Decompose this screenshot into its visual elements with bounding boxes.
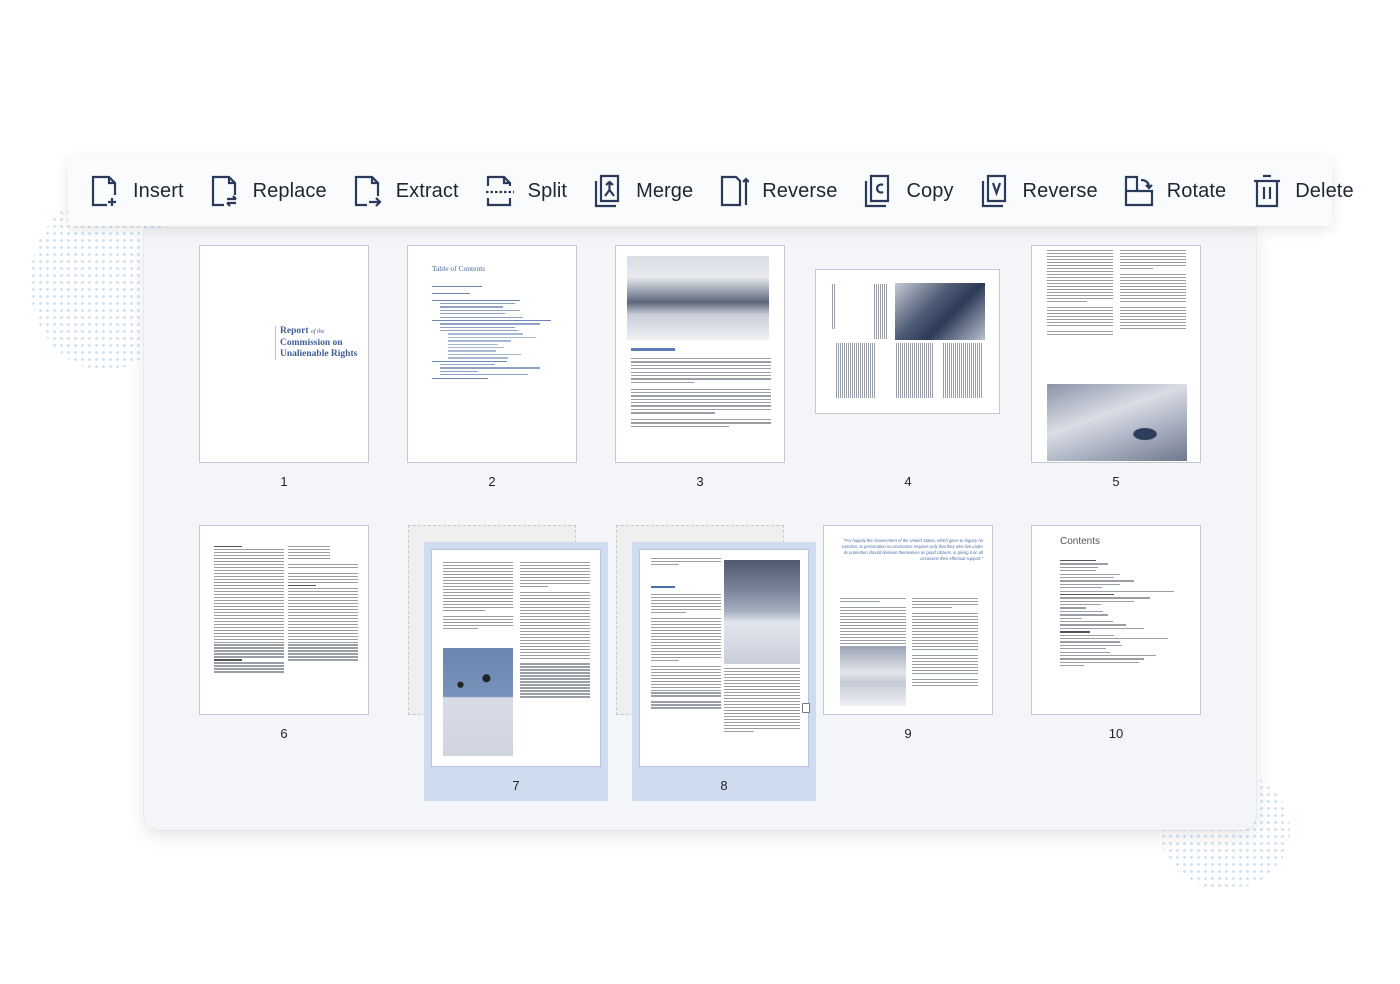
replace-button[interactable]: Replace [210,169,327,213]
split-button[interactable]: Split [485,169,567,213]
reverse-label: Reverse [762,179,838,202]
page-number: 8 [720,778,728,793]
page-number: 5 [1112,474,1120,489]
copy-label: Copy [906,179,954,202]
delete-button[interactable]: Delete [1252,169,1354,213]
paste-reverse-icon [980,174,1010,208]
split-label: Split [527,179,568,202]
page-number: 6 [280,726,288,741]
page-thumbnail-7[interactable] [431,549,601,767]
delete-page-icon [1252,174,1282,208]
insert-page-icon [90,174,120,208]
split-page-icon [485,174,515,208]
replace-label: Replace [252,179,327,202]
page-thumbnail-4[interactable] [815,269,1000,414]
merge-label: Merge [636,179,694,202]
page-thumbnail-1[interactable]: Report of the Commission on Unalienable … [199,245,369,463]
page-number: 3 [696,474,704,489]
page-number: 2 [488,474,496,489]
reverse-copy-button[interactable]: Reverse [980,169,1098,213]
page-number: 10 [1108,726,1124,741]
contents-heading: Contents [1060,536,1101,547]
insert-button[interactable]: Insert [90,169,184,213]
page-thumbnail-6[interactable] [199,525,369,715]
page-thumbnail-8[interactable] [639,549,809,767]
cover-title: Report of the Commission on Unalienable … [275,326,368,360]
section-heading [631,348,675,351]
mountain-photo [627,256,769,340]
rotate-page-icon [1124,174,1154,208]
page-thumbnail-5[interactable] [1031,245,1201,463]
pull-quote: "For happily the Government of the Unite… [841,538,983,561]
page-number: 1 [280,474,288,489]
merge-button[interactable]: Merge [593,169,693,213]
page-toolbar: Insert Replace Extract Split Merge Rever… [68,156,1354,226]
toc-lines [432,286,557,381]
page-number: 4 [904,474,912,489]
drag-cursor [802,703,810,713]
replace-page-icon [210,174,240,208]
snowboarder-photo [1047,384,1187,461]
copy-page-icon [863,174,893,208]
merge-pages-icon [593,174,623,208]
rotate-label: Rotate [1166,179,1227,202]
rotate-button[interactable]: Rotate [1124,169,1227,213]
copy-button[interactable]: Copy [863,169,953,213]
rotated-photo [895,283,985,340]
toc-heading: Table of Contents [432,264,486,273]
snowfield-photo [724,560,800,664]
skier-photo [443,648,513,756]
page-thumbnail-3[interactable] [615,245,785,463]
page-thumbnail-9[interactable]: "For happily the Government of the Unite… [823,525,993,715]
extract-label: Extract [395,179,459,202]
hiker-photo [840,646,906,706]
reverse-copy-label: Reverse [1022,179,1098,202]
extract-page-icon [353,174,383,208]
insert-label: Insert [133,179,184,202]
page-thumbnail-2[interactable]: Table of Contents [407,245,577,463]
reverse-button[interactable]: Reverse [719,169,837,213]
page-number: 9 [904,726,912,741]
page-number: 7 [512,778,520,793]
section-heading [651,586,675,588]
reverse-page-icon [719,174,750,208]
delete-label: Delete [1295,179,1354,202]
extract-button[interactable]: Extract [353,169,459,213]
page-thumbnail-10[interactable]: Contents [1031,525,1201,715]
